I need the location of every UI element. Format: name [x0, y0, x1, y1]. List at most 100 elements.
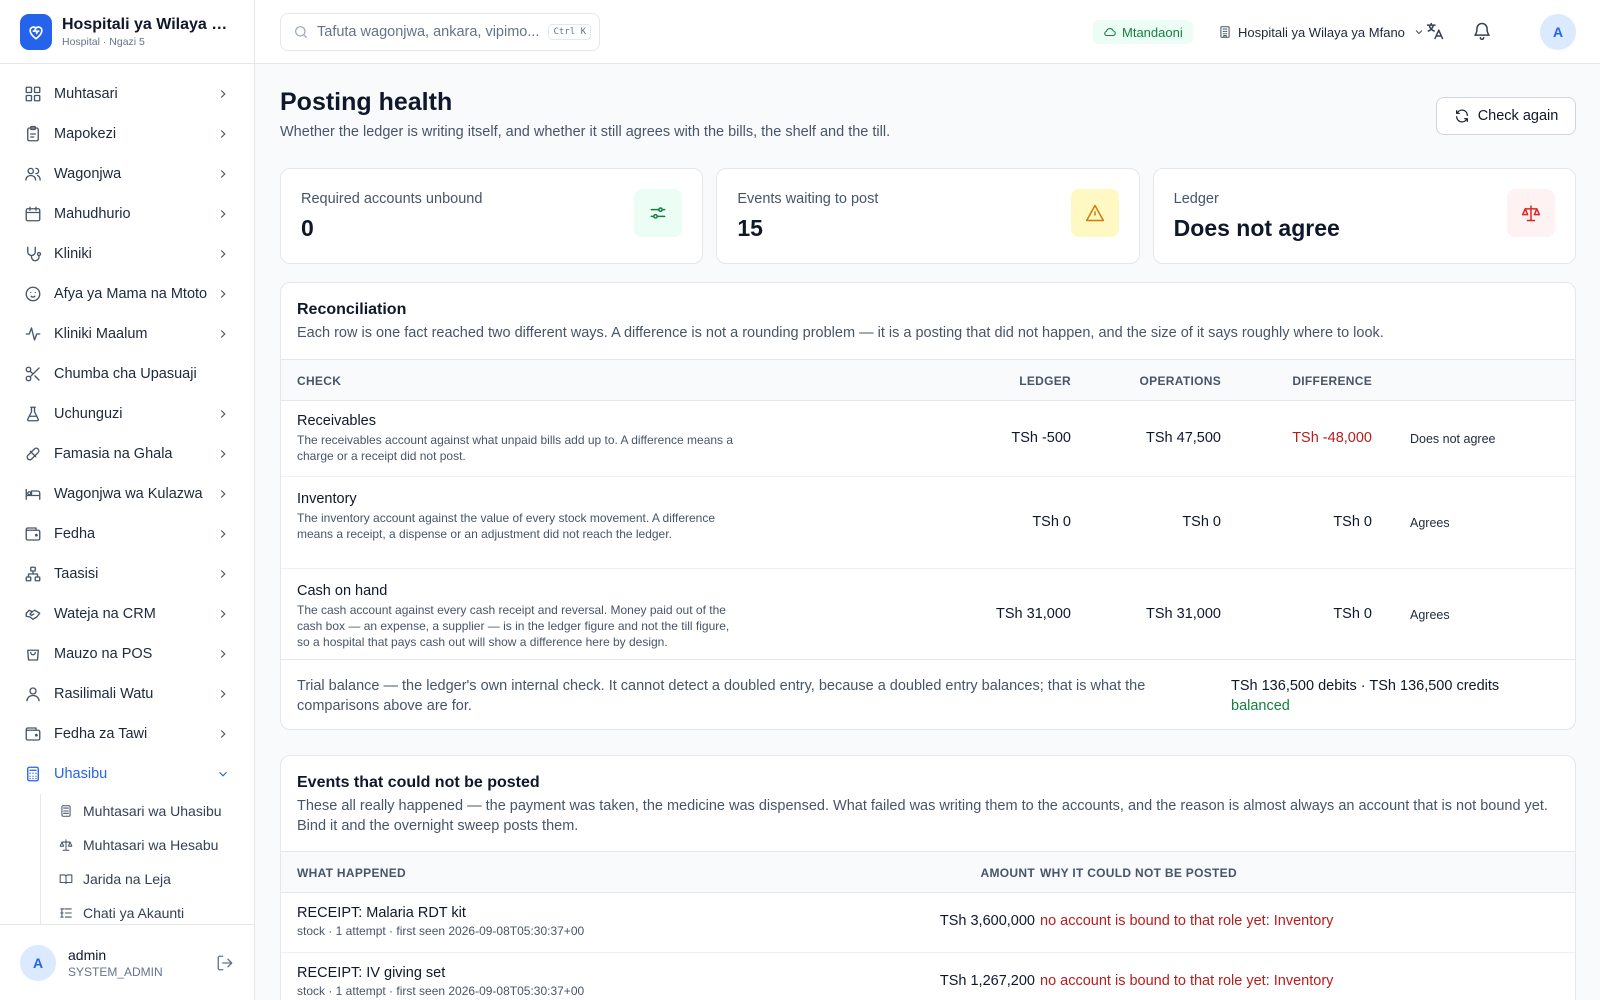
sidebar-item-label: Fedha za Tawi: [54, 726, 148, 742]
stat-value: 15: [737, 215, 763, 241]
calculator-icon: [59, 804, 73, 818]
clipboard-icon: [24, 125, 42, 143]
event-title: RECEIPT: IV giving set: [297, 965, 446, 981]
check-title: Receivables: [297, 413, 376, 429]
bed-icon: [24, 485, 42, 503]
event-amount: TSh 3,600,000: [939, 913, 1035, 929]
sidebar-item-afya-ya-mama[interactable]: Afya ya Mama na Mtoto: [0, 274, 254, 314]
unposted-events-title: Events that could not be posted: [297, 774, 540, 791]
subnav-item-label: Chati ya Akaunti: [83, 905, 185, 921]
sidebar-item-mauzo-pos[interactable]: Mauzo na POS: [0, 634, 254, 674]
facility-selector[interactable]: Hospitali ya Wilaya ya Mfano: [1218, 20, 1425, 44]
trial-balance-totals: TSh 136,500 debits · TSh 136,500 credits…: [1231, 676, 1499, 716]
column-header-operations: OPERATIONS: [1139, 374, 1221, 388]
reconciliation-table-header: CHECK LEDGER OPERATIONS DIFFERENCE: [281, 359, 1575, 401]
stat-value: Does not agree: [1173, 215, 1340, 241]
users-icon: [24, 165, 42, 183]
bell-icon[interactable]: [1472, 21, 1492, 41]
brand-subtitle: Hospital · Ngazi 5: [62, 35, 145, 48]
chevron-right-icon: [216, 607, 230, 621]
sidebar-item-label: Wagonjwa: [54, 166, 122, 182]
table-row[interactable]: RECEIPT: Malaria RDT kit stock · 1 attem…: [281, 893, 1575, 953]
event-meta: stock · 1 attempt · first seen 2026-09-0…: [297, 924, 585, 938]
operations-value: TSh 31,000: [1146, 606, 1221, 622]
table-row[interactable]: RECEIPT: IV giving set stock · 1 attempt…: [281, 953, 1575, 1000]
search-box[interactable]: Ctrl K: [280, 13, 600, 51]
sidebar-item-wateja-crm[interactable]: Wateja na CRM: [0, 594, 254, 634]
subnav-item-label: Jarida na Leja: [83, 871, 171, 887]
sidebar-item-mapokezi[interactable]: Mapokezi: [0, 114, 254, 154]
stat-card-ledger: Ledger Does not agree: [1152, 168, 1576, 264]
subnav-item-label: Muhtasari wa Uhasibu: [83, 803, 222, 819]
column-header-ledger: LEDGER: [1019, 374, 1071, 388]
sidebar-item-label: Afya ya Mama na Mtoto: [54, 286, 208, 302]
event-failure-reason: no account is bound to that role yet: In…: [1040, 913, 1334, 929]
difference-value: TSh 0: [1333, 514, 1372, 530]
sidebar-item-rasilimali-watu[interactable]: Rasilimali Watu: [0, 674, 254, 714]
check-again-button[interactable]: Check again: [1436, 97, 1576, 135]
sidebar-item-fedha[interactable]: Fedha: [0, 514, 254, 554]
chevron-right-icon: [216, 527, 230, 541]
ledger-value: TSh 0: [1032, 514, 1071, 530]
scissors-icon: [24, 365, 42, 383]
reconciliation-card: Reconciliation Each row is one fact reac…: [280, 282, 1576, 730]
translate-icon[interactable]: [1425, 21, 1445, 41]
column-header-amount: AMOUNT: [980, 866, 1035, 880]
user-icon: [24, 685, 42, 703]
difference-value: TSh 0: [1333, 606, 1372, 622]
ledger-value: TSh -500: [1011, 430, 1071, 446]
chevron-down-icon: [1413, 26, 1425, 38]
sidebar-item-uchunguzi[interactable]: Uchunguzi: [0, 394, 254, 434]
user-name: admin: [68, 946, 107, 963]
status-badge: Agrees: [1410, 608, 1450, 622]
stat-cards: Required accounts unbound 0 Events waiti…: [280, 168, 1576, 264]
warning-icon: [1070, 189, 1119, 237]
online-status-badge: Mtandaoni: [1093, 20, 1193, 44]
pill-icon: [24, 445, 42, 463]
top-avatar[interactable]: A: [1540, 14, 1576, 50]
building-icon: [1218, 25, 1232, 39]
subnav-item-muhtasari-wa-hesabu[interactable]: Muhtasari wa Hesabu: [59, 828, 254, 862]
dashboard-icon: [24, 85, 42, 103]
sidebar-item-kliniki-maalum[interactable]: Kliniki Maalum: [0, 314, 254, 354]
reconciliation-description: Each row is one fact reached two differe…: [297, 325, 1384, 341]
sidebar-item-wagonjwa[interactable]: Wagonjwa: [0, 154, 254, 194]
sidebar-item-label: Taasisi: [54, 566, 99, 582]
operations-value: TSh 0: [1182, 514, 1221, 530]
sidebar-item-kliniki[interactable]: Kliniki: [0, 234, 254, 274]
sidebar-item-chumba-cha-upasuaji[interactable]: Chumba cha Upasuaji: [0, 354, 254, 394]
subnav-item-muhtasari-wa-uhasibu[interactable]: Muhtasari wa Uhasibu: [59, 794, 254, 828]
page-subtitle: Whether the ledger is writing itself, an…: [280, 124, 891, 140]
search-icon: [293, 24, 309, 40]
stat-label: Events waiting to post: [737, 191, 879, 207]
sidebar-item-wagonjwa-wa-kulazwa[interactable]: Wagonjwa wa Kulazwa: [0, 474, 254, 514]
event-amount: TSh 1,267,200: [939, 973, 1035, 989]
chevron-down-icon: [216, 767, 230, 781]
sidebar-item-label: Rasilimali Watu: [54, 686, 154, 702]
org-chart-icon: [24, 565, 42, 583]
baby-icon: [24, 285, 42, 303]
difference-value: TSh -48,000: [1292, 430, 1372, 446]
avatar[interactable]: A: [20, 944, 56, 981]
calculator-icon: [24, 765, 42, 783]
chevron-right-icon: [216, 447, 230, 461]
sidebar-item-taasisi[interactable]: Taasisi: [0, 554, 254, 594]
sidebar-item-famasia[interactable]: Famasia na Ghala: [0, 434, 254, 474]
calendar-icon: [24, 205, 42, 223]
sidebar-item-fedha-za-tawi[interactable]: Fedha za Tawi: [0, 714, 254, 754]
chevron-right-icon: [216, 487, 230, 501]
uhasibu-subnav: Muhtasari wa Uhasibu Muhtasari wa Hesabu…: [40, 794, 254, 930]
status-badge: Does not agree: [1410, 432, 1496, 446]
search-input[interactable]: [317, 24, 549, 40]
sidebar-item-mahudhurio[interactable]: Mahudhurio: [0, 194, 254, 234]
subnav-item-jarida-na-leja[interactable]: Jarida na Leja: [59, 862, 254, 896]
reconciliation-title: Reconciliation: [297, 301, 407, 318]
brand[interactable]: Hospitali ya Wilaya ya Mfano Hospital · …: [0, 0, 254, 64]
sidebar-item-muhtasari[interactable]: Muhtasari: [0, 74, 254, 114]
chevron-right-icon: [216, 87, 230, 101]
sidebar: Hospitali ya Wilaya ya Mfano Hospital · …: [0, 0, 255, 1000]
chevron-right-icon: [216, 247, 230, 261]
logout-icon[interactable]: [216, 954, 234, 972]
column-header-difference: DIFFERENCE: [1292, 374, 1372, 388]
sidebar-item-uhasibu[interactable]: Uhasibu: [0, 754, 254, 794]
